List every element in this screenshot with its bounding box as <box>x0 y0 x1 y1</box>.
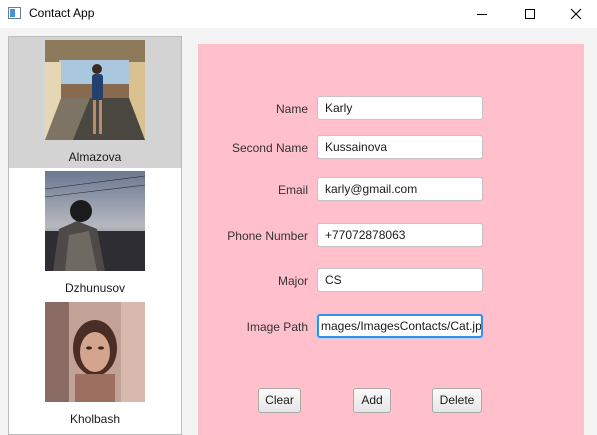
contact-name: Kholbash <box>69 412 121 426</box>
image-path-value: mages/ImagesContacts/Cat.jp <box>321 319 482 333</box>
contact-list-item[interactable]: Almazova <box>9 37 181 168</box>
phone-number-field[interactable]: +77072878063 <box>317 223 483 247</box>
email-field[interactable]: karly@gmail.com <box>317 177 483 201</box>
contact-list[interactable]: Almazova Dzhunusov Kholbash <box>8 36 182 435</box>
minimize-icon <box>477 13 487 15</box>
contact-form-panel: Name Karly Second Name Kussainova Email … <box>198 44 584 435</box>
maximize-button[interactable] <box>507 0 553 28</box>
app-window: Contact App Almazova Dzhunusov Kholbash … <box>0 0 597 435</box>
minimize-button[interactable] <box>459 0 505 28</box>
close-button[interactable] <box>553 0 597 28</box>
name-label: Name <box>275 102 308 116</box>
maximize-icon <box>525 9 535 19</box>
close-icon <box>570 8 582 20</box>
window-title: Contact App <box>29 6 95 20</box>
second-name-label: Second Name <box>231 141 308 155</box>
image-path-field[interactable]: mages/ImagesContacts/Cat.jp <box>317 314 483 338</box>
name-field[interactable]: Karly <box>317 96 483 120</box>
second-name-field[interactable]: Kussainova <box>317 135 483 159</box>
title-bar[interactable]: Contact App <box>0 0 597 28</box>
major-field[interactable]: CS <box>317 268 483 292</box>
contact-list-item[interactable]: Kholbash <box>9 299 181 430</box>
image-path-label: Image Path <box>246 320 308 334</box>
major-label: Major <box>277 274 308 288</box>
contact-name: Dzhunusov <box>64 281 126 295</box>
email-label: Email <box>277 183 308 197</box>
add-button[interactable]: Add <box>353 388 391 413</box>
contact-photo <box>45 40 145 140</box>
contact-list-item[interactable]: Dzhunusov <box>9 168 181 299</box>
app-icon <box>8 7 21 19</box>
phone-number-label: Phone Number <box>227 229 308 243</box>
delete-button[interactable]: Delete <box>432 388 482 413</box>
clear-button[interactable]: Clear <box>258 388 301 413</box>
contact-photo <box>45 171 145 271</box>
contact-photo <box>45 302 145 402</box>
contact-name: Almazova <box>68 150 122 164</box>
